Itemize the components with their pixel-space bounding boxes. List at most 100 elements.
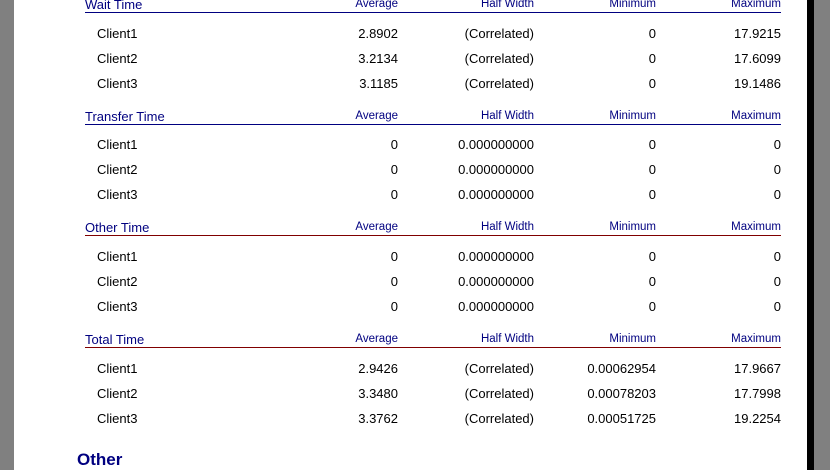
section-title: Transfer Time (85, 109, 165, 124)
table-row: Client3 3.1185 (Correlated) 0 19.1486 (85, 71, 781, 96)
row-maximum: 19.2254 (734, 411, 781, 426)
table-row: Client3 3.3762 (Correlated) 0.00051725 1… (85, 406, 781, 431)
column-header-average: Average (355, 221, 398, 233)
column-header-half-width: Half Width (480, 333, 534, 345)
column-header-maximum: Maximum (731, 333, 781, 345)
table-row: Client1 2.8902 (Correlated) 0 17.9215 (85, 21, 781, 46)
row-maximum: 0 (773, 249, 781, 264)
table-row: Client3 0 0.000000000 0 0 (85, 182, 781, 207)
row-average: 3.3762 (358, 411, 398, 426)
table-row: Client2 3.2134 (Correlated) 0 17.6099 (85, 46, 781, 71)
row-minimum: 0 (648, 137, 656, 152)
row-maximum: 0 (773, 162, 781, 177)
row-half-width: 0.000000000 (458, 249, 534, 264)
column-header-minimum: Minimum (609, 0, 656, 10)
row-maximum: 17.9215 (734, 26, 781, 41)
row-minimum: 0 (648, 162, 656, 177)
row-half-width: 0.000000000 (458, 137, 534, 152)
row-maximum: 0 (773, 137, 781, 152)
row-minimum: 0 (648, 299, 656, 314)
row-half-width: (Correlated) (464, 51, 534, 66)
section-total-time: Total Time Average Half Width Minimum Ma… (85, 329, 781, 431)
row-average: 0 (390, 249, 398, 264)
column-header-maximum: Maximum (731, 110, 781, 122)
section-other-time: Other Time Average Half Width Minimum Ma… (85, 217, 781, 319)
row-average: 3.3480 (358, 386, 398, 401)
column-header-average: Average (355, 0, 398, 10)
row-minimum: 0.00062954 (587, 361, 656, 376)
row-minimum: 0 (648, 26, 656, 41)
table-row: Client2 0 0.000000000 0 0 (85, 269, 781, 294)
section-title: Total Time (85, 332, 145, 347)
row-minimum: 0 (648, 187, 656, 202)
column-header-minimum: Minimum (609, 221, 656, 233)
column-header-half-width: Half Width (480, 221, 534, 233)
row-name: Client2 (97, 162, 138, 177)
section-header: Total Time Average Half Width Minimum Ma… (85, 329, 781, 348)
row-minimum: 0.00051725 (587, 411, 656, 426)
row-average: 0 (390, 137, 398, 152)
table-row: Client1 0 0.000000000 0 0 (85, 132, 781, 157)
row-maximum: 17.9667 (734, 361, 781, 376)
report-page: Wait Time Average Half Width Minimum Max… (14, 0, 808, 470)
row-name: Client1 (97, 361, 138, 376)
row-average: 2.8902 (358, 26, 398, 41)
table-row: Client2 0 0.000000000 0 0 (85, 157, 781, 182)
table-row: Client1 2.9426 (Correlated) 0.00062954 1… (85, 356, 781, 381)
row-minimum: 0 (648, 274, 656, 289)
row-average: 0 (390, 187, 398, 202)
column-header-minimum: Minimum (609, 110, 656, 122)
row-name: Client2 (97, 386, 138, 401)
section-transfer-time: Transfer Time Average Half Width Minimum… (85, 106, 781, 207)
row-half-width: (Correlated) (464, 76, 534, 91)
row-half-width: 0.000000000 (458, 299, 534, 314)
column-header-average: Average (355, 333, 398, 345)
row-minimum: 0.00078203 (587, 386, 656, 401)
section-title: Wait Time (85, 0, 143, 12)
row-minimum: 0 (648, 249, 656, 264)
row-average: 0 (390, 274, 398, 289)
row-average: 3.1185 (359, 76, 398, 91)
row-half-width: (Correlated) (464, 26, 534, 41)
column-header-half-width: Half Width (480, 0, 534, 10)
row-name: Client1 (97, 26, 138, 41)
table-row: Client1 0 0.000000000 0 0 (85, 244, 781, 269)
row-maximum: 0 (773, 299, 781, 314)
column-header-average: Average (355, 110, 398, 122)
next-section-heading: Other (77, 450, 123, 469)
section-header: Wait Time Average Half Width Minimum Max… (85, 0, 781, 13)
row-average: 2.9426 (358, 361, 398, 376)
row-minimum: 0 (648, 76, 656, 91)
section-title: Other Time (85, 220, 150, 235)
section-wait-time: Wait Time Average Half Width Minimum Max… (85, 0, 781, 96)
row-name: Client3 (97, 411, 138, 426)
row-maximum: 0 (773, 274, 781, 289)
row-name: Client2 (97, 274, 138, 289)
row-half-width: (Correlated) (464, 386, 534, 401)
column-header-minimum: Minimum (609, 333, 656, 345)
row-maximum: 0 (773, 187, 781, 202)
row-half-width: 0.000000000 (458, 187, 534, 202)
row-half-width: (Correlated) (464, 361, 534, 376)
table-row: Client3 0 0.000000000 0 0 (85, 294, 781, 319)
page-shadow (808, 0, 814, 470)
row-average: 0 (390, 162, 398, 177)
row-average: 0 (390, 299, 398, 314)
row-name: Client1 (97, 137, 138, 152)
row-half-width: 0.000000000 (458, 162, 534, 177)
row-name: Client1 (97, 249, 138, 264)
table-row: Client2 3.3480 (Correlated) 0.00078203 1… (85, 381, 781, 406)
row-average: 3.2134 (358, 51, 398, 66)
row-name: Client2 (97, 51, 138, 66)
row-maximum: 19.1486 (734, 76, 781, 91)
row-maximum: 17.7998 (734, 386, 781, 401)
row-name: Client3 (97, 76, 138, 91)
column-header-half-width: Half Width (480, 110, 534, 122)
row-half-width: 0.000000000 (458, 274, 534, 289)
row-minimum: 0 (648, 51, 656, 66)
row-name: Client3 (97, 187, 138, 202)
section-header: Other Time Average Half Width Minimum Ma… (85, 217, 781, 236)
row-maximum: 17.6099 (734, 51, 781, 66)
row-name: Client3 (97, 299, 138, 314)
row-half-width: (Correlated) (464, 411, 534, 426)
